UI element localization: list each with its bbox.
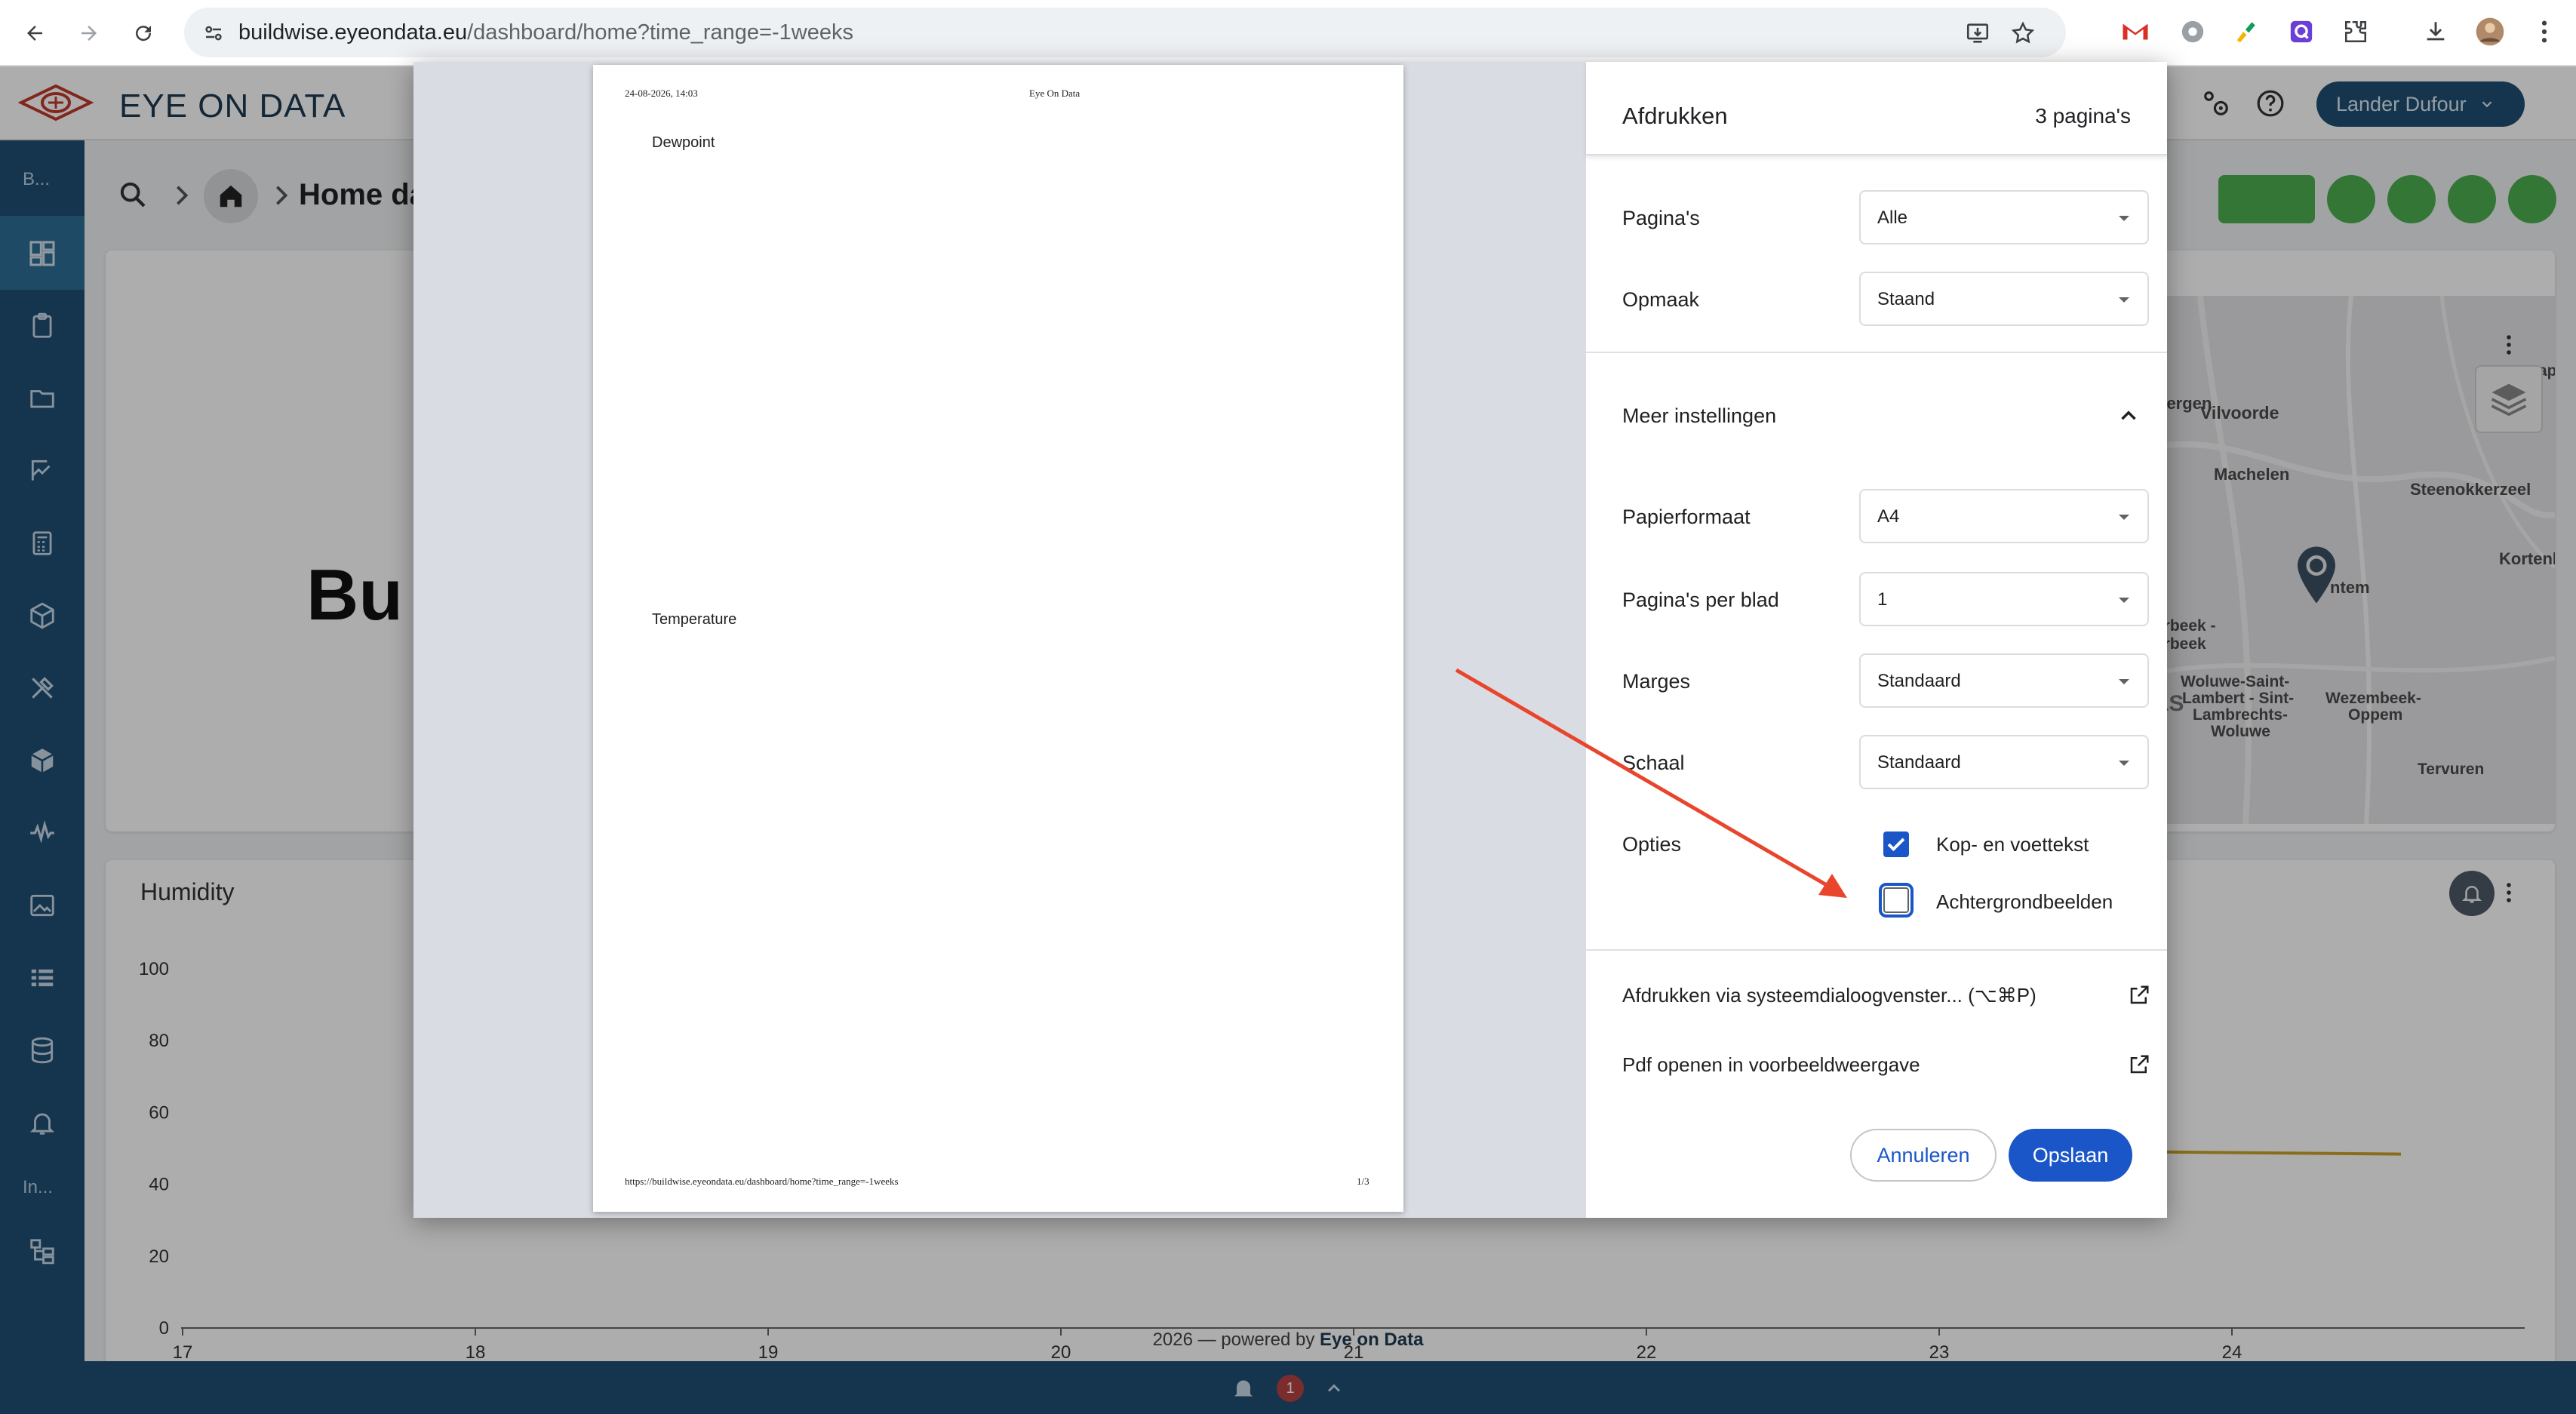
scale-select[interactable]: Standaard bbox=[1859, 735, 2149, 789]
headers-footers-checkbox[interactable] bbox=[1883, 831, 1909, 857]
headers-footers-label: Kop- en voettekst bbox=[1936, 833, 2089, 856]
site-settings-icon[interactable] bbox=[202, 22, 225, 45]
install-app-icon[interactable] bbox=[1965, 20, 1990, 46]
reload-icon bbox=[136, 26, 152, 41]
caret-down-icon bbox=[2119, 761, 2129, 766]
layout-select[interactable]: Staand bbox=[1859, 272, 2149, 326]
reload-button[interactable] bbox=[124, 14, 163, 53]
system-dialog-link[interactable]: Afdrukken via systeemdialoogvenster... (… bbox=[1586, 963, 2167, 1026]
back-arrow-icon bbox=[27, 26, 42, 41]
chevron-up-icon bbox=[2121, 410, 2136, 420]
address-bar[interactable]: buildwise.eyeondata.eu/dashboard/home?ti… bbox=[184, 8, 2066, 57]
caret-down-icon bbox=[2119, 679, 2129, 684]
page-count: 3 pagina's bbox=[2035, 104, 2131, 128]
pages-per-sheet-label: Pagina's per blad bbox=[1622, 589, 1779, 611]
preview-footer-url: https://buildwise.eyeondata.eu/dashboard… bbox=[625, 1176, 899, 1187]
browser-menu-icon[interactable] bbox=[2528, 15, 2561, 48]
browser-toolbar: buildwise.eyeondata.eu/dashboard/home?ti… bbox=[0, 0, 2576, 66]
options-label: Opties bbox=[1622, 833, 1682, 856]
section-divider bbox=[1586, 949, 2167, 951]
caret-down-icon bbox=[2119, 515, 2129, 520]
preview-footer-page: 1/3 bbox=[1357, 1176, 1369, 1187]
forward-button[interactable] bbox=[69, 14, 109, 53]
print-preview-pane[interactable]: 24-08-2026, 14:03 Eye On Data Dewpoint T… bbox=[413, 62, 1586, 1218]
section-divider bbox=[1586, 352, 2167, 353]
print-preview-page: 24-08-2026, 14:03 Eye On Data Dewpoint T… bbox=[593, 65, 1403, 1212]
forward-arrow-icon bbox=[81, 26, 97, 41]
pages-per-sheet-select[interactable]: 1 bbox=[1859, 572, 2149, 626]
backgrounds-label: Achtergrondbeelden bbox=[1936, 890, 2113, 913]
open-external-icon bbox=[2130, 985, 2149, 1004]
preview-section-temperature: Temperature bbox=[652, 611, 737, 628]
paper-size-select[interactable]: A4 bbox=[1859, 489, 2149, 543]
extensions-puzzle-icon[interactable] bbox=[2339, 15, 2372, 48]
caret-down-icon bbox=[2119, 598, 2129, 603]
downloads-icon[interactable] bbox=[2419, 15, 2452, 48]
open-pdf-label: Pdf openen in voorbeeldweergave bbox=[1622, 1053, 1920, 1076]
back-button[interactable] bbox=[15, 14, 54, 53]
margins-label: Marges bbox=[1622, 670, 1691, 693]
caret-down-icon bbox=[2119, 216, 2129, 221]
preview-header-title: Eye On Data bbox=[1029, 88, 1081, 99]
print-dialog-title: Afdrukken bbox=[1622, 103, 1728, 129]
preview-section-dewpoint: Dewpoint bbox=[652, 134, 715, 151]
open-pdf-link[interactable]: Pdf openen in voorbeeldweergave bbox=[1586, 1032, 2167, 1096]
extension-q-icon[interactable] bbox=[2285, 15, 2318, 48]
caret-down-icon bbox=[2119, 297, 2129, 303]
pages-select[interactable]: Alle bbox=[1859, 190, 2149, 244]
margins-select[interactable]: Standaard bbox=[1859, 653, 2149, 708]
backgrounds-checkbox[interactable] bbox=[1879, 883, 1914, 918]
save-button[interactable]: Opslaan bbox=[2009, 1129, 2132, 1182]
scale-label: Schaal bbox=[1622, 752, 1685, 774]
open-external-icon bbox=[2130, 1055, 2149, 1074]
print-dialog: 24-08-2026, 14:03 Eye On Data Dewpoint T… bbox=[413, 62, 2167, 1218]
more-settings-toggle[interactable]: Meer instellingen bbox=[1586, 386, 2167, 447]
cancel-button[interactable]: Annuleren bbox=[1850, 1129, 1997, 1182]
print-settings-pane: Pagina's Alle Opmaak Staand Meer instell… bbox=[1586, 62, 2167, 1218]
paper-size-label: Papierformaat bbox=[1622, 506, 1751, 528]
extension-circle-icon[interactable] bbox=[2176, 15, 2209, 48]
more-settings-label: Meer instellingen bbox=[1622, 404, 1777, 427]
profile-avatar-icon[interactable] bbox=[2473, 15, 2507, 48]
layout-label: Opmaak bbox=[1622, 288, 1700, 311]
pages-label: Pagina's bbox=[1622, 207, 1700, 229]
extension-brush-icon[interactable] bbox=[2229, 15, 2262, 48]
gmail-icon[interactable] bbox=[2119, 15, 2152, 48]
bookmark-star-icon[interactable] bbox=[2010, 20, 2036, 46]
print-dialog-header: Afdrukken 3 pagina's bbox=[1586, 62, 2167, 155]
system-dialog-label: Afdrukken via systeemdialoogvenster... (… bbox=[1622, 984, 2037, 1007]
preview-header-date: 24-08-2026, 14:03 bbox=[625, 88, 698, 99]
checkmark-icon bbox=[1887, 838, 1905, 852]
url-text: buildwise.eyeondata.eu/dashboard/home?ti… bbox=[238, 20, 853, 45]
